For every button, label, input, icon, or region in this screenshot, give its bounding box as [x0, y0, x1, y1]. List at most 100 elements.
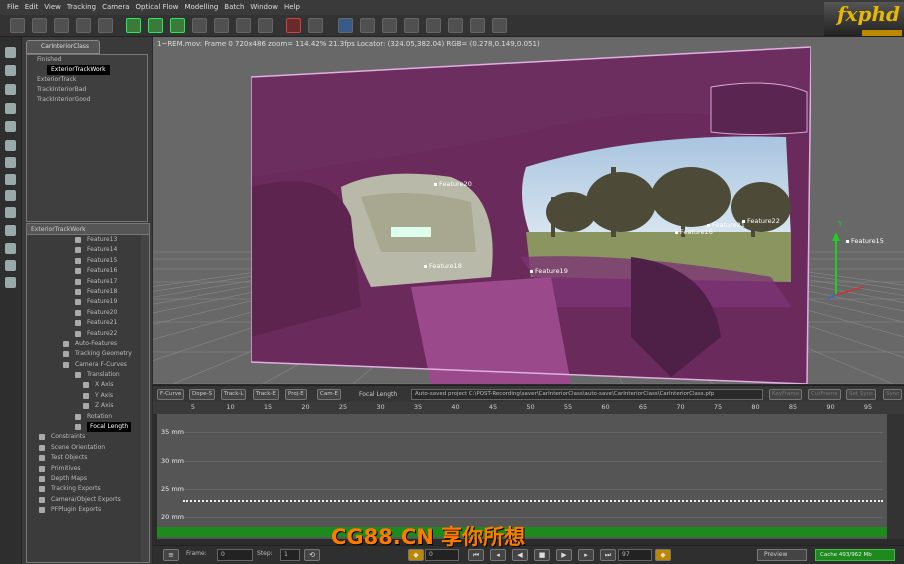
curve-action-button[interactable]: Sync	[883, 389, 903, 400]
curve-mode-button[interactable]: Track-L	[221, 389, 247, 400]
side-tool-icon[interactable]	[5, 65, 16, 76]
toolbar-tool-icon[interactable]	[170, 18, 185, 33]
tree-item[interactable]: TrackInteriorBad	[37, 86, 86, 93]
toolbar-tool-icon[interactable]	[258, 18, 273, 33]
menu-item-batch[interactable]: Batch	[221, 0, 247, 15]
object-tree-row[interactable]: Feature21	[27, 318, 149, 328]
object-tree-row[interactable]: Rotation	[27, 412, 149, 422]
object-tree-row[interactable]: Constraints	[27, 432, 149, 442]
tree-tab[interactable]: CarInteriorClass	[26, 40, 100, 54]
toolbar-tool-icon[interactable]	[448, 18, 463, 33]
object-tree-row[interactable]: Y Axis	[27, 391, 149, 401]
menu-item-edit[interactable]: Edit	[22, 0, 42, 15]
menu-item-camera[interactable]: Camera	[99, 0, 132, 15]
object-tree-row[interactable]: Feature22	[27, 329, 149, 339]
object-tree-row[interactable]: Feature16	[27, 266, 149, 276]
side-tool-icon[interactable]	[5, 260, 16, 271]
toolbar-tool-icon[interactable]	[470, 18, 485, 33]
curve-action-button[interactable]: KeyFrame	[769, 389, 803, 400]
object-tree-row[interactable]: Tracking Exports	[27, 484, 149, 494]
curve-mode-button[interactable]: Track-E	[253, 389, 279, 400]
feature-marker[interactable]: Feature16	[675, 228, 713, 236]
toolbar-tool-icon[interactable]	[54, 18, 69, 33]
stop-icon[interactable]: ■	[534, 549, 550, 561]
toolbar-tool-icon[interactable]	[426, 18, 441, 33]
loop-icon[interactable]: ⟲	[304, 549, 320, 561]
object-tree-row[interactable]: Auto-Features	[27, 339, 149, 349]
side-tool-icon[interactable]	[5, 84, 16, 95]
object-tree-row[interactable]: Feature19	[27, 297, 149, 307]
object-tree-row[interactable]: Camera F-Curves	[27, 360, 149, 370]
toolbar-tool-icon[interactable]	[308, 18, 323, 33]
preview-dropdown[interactable]: Preview	[757, 549, 807, 561]
toolbar-tool-icon[interactable]	[286, 18, 301, 33]
camera-viewport[interactable]: Y 1~REM.mov: Frame 0 720x486 zoom= 114.4…	[153, 37, 904, 384]
object-tree-row[interactable]: Feature18	[27, 287, 149, 297]
object-tree-row[interactable]: Test Objects	[27, 453, 149, 463]
toolbar-tool-icon[interactable]	[360, 18, 375, 33]
object-tree-row[interactable]: X Axis	[27, 380, 149, 390]
menu-item-help[interactable]: Help	[281, 0, 303, 15]
object-tree-row[interactable]: Focal Length	[27, 422, 149, 433]
toolbar-tool-icon[interactable]	[98, 18, 113, 33]
object-tree-row[interactable]: Z Axis	[27, 401, 149, 411]
menu-item-tracking[interactable]: Tracking	[64, 0, 99, 15]
curve-action-button[interactable]: CutFrame	[808, 389, 841, 400]
object-tree-row[interactable]: Translation	[27, 370, 149, 380]
step-field[interactable]: 1	[280, 549, 300, 561]
toolbar-tool-icon[interactable]	[404, 18, 419, 33]
curve-mode-button[interactable]: Dope-S	[189, 389, 215, 400]
end-frame-field[interactable]: 97	[618, 549, 652, 561]
side-tool-icon[interactable]	[5, 190, 16, 201]
toolbar-tool-icon[interactable]	[10, 18, 25, 33]
curve-mode-button[interactable]: F-Curve	[157, 389, 185, 400]
menu-item-modelling[interactable]: Modelling	[181, 0, 221, 15]
feature-marker[interactable]: Feature19	[530, 267, 568, 275]
feature-marker[interactable]: Feature22	[742, 217, 780, 225]
object-tree-row[interactable]: PFPlugin Exports	[27, 505, 149, 515]
side-tool-icon[interactable]	[5, 174, 16, 185]
tree-item[interactable]: TrackInteriorGood	[37, 96, 90, 103]
object-tree-row[interactable]: Depth Maps	[27, 474, 149, 484]
play-icon[interactable]: ▶	[556, 549, 572, 561]
last-frame-icon[interactable]: ⏭	[600, 549, 616, 561]
object-tree-row[interactable]: Feature20	[27, 308, 149, 318]
object-tree-row[interactable]: Feature15	[27, 256, 149, 266]
side-tool-icon[interactable]	[5, 47, 16, 58]
next-key-icon[interactable]: ▸	[578, 549, 594, 561]
toolbar-tool-icon[interactable]	[214, 18, 229, 33]
toolbar-tool-icon[interactable]	[192, 18, 207, 33]
set-out-icon[interactable]: ◆	[655, 549, 671, 561]
object-tree-row[interactable]: Scene Orientation	[27, 443, 149, 453]
side-tool-icon[interactable]	[5, 243, 16, 254]
toolbar-tool-icon[interactable]	[32, 18, 47, 33]
menu-item-window[interactable]: Window	[247, 0, 281, 15]
side-tool-icon[interactable]	[5, 225, 16, 236]
menu-item-view[interactable]: View	[41, 0, 64, 15]
focal-length-curve[interactable]	[183, 500, 883, 502]
side-tool-icon[interactable]	[5, 277, 16, 288]
feature-marker[interactable]: Feature15	[846, 237, 884, 245]
object-tree-row[interactable]: Camera/Object Exports	[27, 495, 149, 505]
side-tool-icon[interactable]	[5, 103, 16, 114]
feature-marker[interactable]: Feature20	[434, 180, 472, 188]
side-tool-icon[interactable]	[5, 121, 16, 132]
toolbar-tool-icon[interactable]	[236, 18, 251, 33]
list-icon[interactable]: ≡	[163, 549, 179, 561]
tree-item[interactable]: ExteriorTrack	[37, 76, 76, 83]
tree-scrollbar[interactable]	[141, 235, 149, 562]
object-tree-row[interactable]: Feature17	[27, 277, 149, 287]
toolbar-tool-icon[interactable]	[338, 18, 353, 33]
curve-action-button[interactable]: Set Sync	[846, 389, 877, 400]
curve-mode-button[interactable]: Cam-E	[317, 389, 342, 400]
toolbar-tool-icon[interactable]	[382, 18, 397, 33]
frame-ruler[interactable]: 5 10 15 20 25 30 35 40 45 50 55 60 65 70 75 80 85 90 95	[153, 402, 904, 414]
feature-marker[interactable]: Feature18	[424, 262, 462, 270]
toolbar-tool-icon[interactable]	[148, 18, 163, 33]
object-tree-row[interactable]: Feature13	[27, 235, 149, 245]
object-tree-row[interactable]: Tracking Geometry	[27, 349, 149, 359]
tree-item[interactable]: Finished	[37, 56, 62, 63]
side-tool-icon[interactable]	[5, 140, 16, 151]
object-tree-row[interactable]: Primitives	[27, 464, 149, 474]
toolbar-tool-icon[interactable]	[492, 18, 507, 33]
